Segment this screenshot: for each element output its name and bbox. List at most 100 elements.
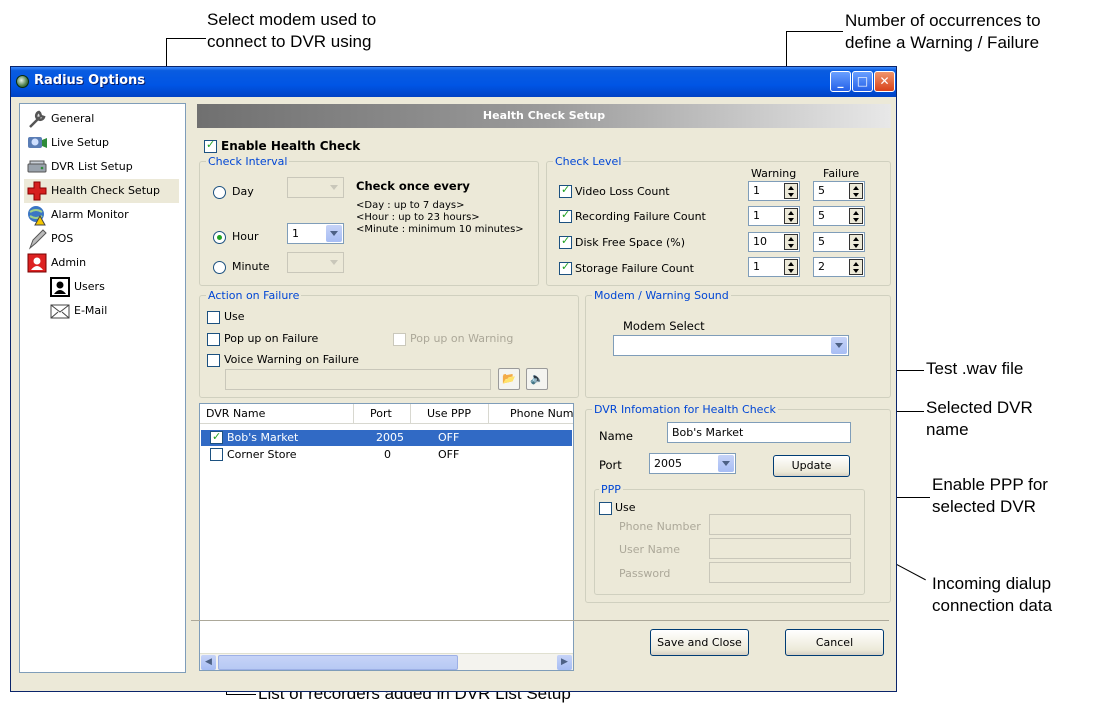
callout-line xyxy=(786,31,843,32)
disk-free-checkbox[interactable] xyxy=(559,234,572,249)
tree-item-live-setup[interactable]: Live Setup xyxy=(24,131,179,155)
spin-arrows-icon[interactable] xyxy=(784,183,798,199)
spin-arrows-icon[interactable] xyxy=(784,259,798,275)
chevron-down-icon xyxy=(718,455,734,472)
voice-warning-checkbox[interactable] xyxy=(207,354,220,367)
chevron-down-icon xyxy=(326,225,342,242)
phone-number-label: Phone Number xyxy=(619,520,701,533)
footer-divider xyxy=(191,620,889,621)
dvr-name-field[interactable]: Bob's Market xyxy=(667,422,851,443)
scroll-left-icon[interactable]: ◀ xyxy=(201,655,216,670)
tree-item-alarm-monitor[interactable]: Alarm Monitor xyxy=(24,203,179,227)
row-checkbox[interactable] xyxy=(210,448,223,461)
callout-modem: Select modem used to connect to DVR using xyxy=(207,10,377,51)
dvr-info-legend: DVR Infomation for Health Check xyxy=(592,403,778,416)
camera-icon xyxy=(28,137,47,148)
column-phone-num[interactable]: Phone Num xyxy=(489,404,573,424)
spin-arrows-icon[interactable] xyxy=(849,234,863,250)
video-loss-checkbox[interactable] xyxy=(559,183,572,198)
callout-test-wav: Test .wav file xyxy=(926,359,1024,378)
ppp-use-checkbox[interactable] xyxy=(599,502,612,515)
save-and-close-button[interactable]: Save and Close xyxy=(650,629,749,656)
minimize-button[interactable]: _ xyxy=(830,71,851,92)
popup-failure-checkbox[interactable] xyxy=(207,333,220,346)
test-wav-button[interactable]: 🔈 xyxy=(526,368,548,390)
alarm-globe-icon xyxy=(28,206,46,226)
update-button[interactable]: Update xyxy=(773,455,850,477)
storage-failure-checkbox[interactable] xyxy=(559,260,572,275)
tree-item-admin[interactable]: Admin xyxy=(24,251,179,275)
browse-wav-button[interactable]: 📂 xyxy=(498,368,520,390)
interval-note-hour: <Hour : up to 23 hours> xyxy=(356,212,480,223)
chevron-down-icon xyxy=(326,179,342,196)
maximize-button[interactable]: □ xyxy=(852,71,873,92)
dvr-port-select[interactable]: 2005 xyxy=(649,453,736,474)
health-cross-icon xyxy=(27,181,47,201)
tree-item-general[interactable]: General xyxy=(24,107,179,131)
radio-hour-label: Hour xyxy=(232,230,259,243)
tree-item-email[interactable]: E-Mail xyxy=(47,299,177,323)
tree-item-dvr-list-setup[interactable]: DVR List Setup xyxy=(24,155,179,179)
scroll-right-icon[interactable]: ▶ xyxy=(557,655,572,670)
storage-failure-failure-spin[interactable]: 2 xyxy=(813,257,865,277)
disk-free-label: Disk Free Space (%) xyxy=(575,236,686,249)
user-name-label: User Name xyxy=(619,543,681,556)
row-dvr-name: Bob's Market xyxy=(227,431,299,444)
radio-hour[interactable] xyxy=(213,231,226,244)
action-use-checkbox[interactable] xyxy=(207,311,220,324)
scroll-thumb[interactable] xyxy=(218,655,458,670)
ppp-use-label: Use xyxy=(615,501,636,514)
hour-select[interactable]: 1 xyxy=(287,223,344,244)
tree-item-health-check-setup[interactable]: Health Check Setup xyxy=(24,179,179,203)
video-loss-failure-spin[interactable]: 5 xyxy=(813,181,865,201)
spin-arrows-icon[interactable] xyxy=(784,234,798,250)
title-bar[interactable]: Radius Options _ □ ✕ xyxy=(11,67,896,97)
dvr-name-label: Name xyxy=(599,429,633,443)
recording-failure-failure-spin[interactable]: 5 xyxy=(813,206,865,226)
spin-arrows-icon[interactable] xyxy=(849,259,863,275)
row-checkbox[interactable] xyxy=(210,429,223,445)
column-dvr-name[interactable]: DVR Name xyxy=(200,404,354,424)
disk-free-warning-spin[interactable]: 10 xyxy=(748,232,800,252)
window-title: Radius Options xyxy=(34,73,146,88)
modem-select[interactable] xyxy=(613,335,849,356)
column-use-ppp[interactable]: Use PPP xyxy=(411,404,489,424)
spin-arrows-icon[interactable] xyxy=(784,208,798,224)
horizontal-scrollbar[interactable]: ◀ ▶ xyxy=(200,653,573,670)
dvr-port-label: Port xyxy=(599,458,622,472)
row-dvr-name: Corner Store xyxy=(227,448,297,461)
video-loss-warning-spin[interactable]: 1 xyxy=(748,181,800,201)
password-label: Password xyxy=(619,567,671,580)
app-icon xyxy=(16,75,29,88)
tree-item-pos[interactable]: POS xyxy=(24,227,179,251)
tree-item-users[interactable]: Users xyxy=(47,275,177,299)
popup-warning-checkbox xyxy=(393,333,406,346)
table-row[interactable]: Bob's Market 2005 OFF xyxy=(201,429,572,446)
spin-arrows-icon[interactable] xyxy=(849,208,863,224)
radius-options-window: Radius Options _ □ ✕ General Live Setup … xyxy=(10,66,897,692)
pen-icon xyxy=(28,229,47,250)
table-row[interactable]: Corner Store 0 OFF xyxy=(201,447,572,463)
storage-failure-warning-spin[interactable]: 1 xyxy=(748,257,800,277)
cancel-button[interactable]: Cancel xyxy=(785,629,884,656)
modem-select-label: Modem Select xyxy=(623,319,705,333)
callout-occurrences: Number of occurrences to define a Warning… xyxy=(845,11,1041,52)
chevron-down-icon xyxy=(831,337,847,354)
disk-free-failure-spin[interactable]: 5 xyxy=(813,232,865,252)
interval-note-minute: <Minute : minimum 10 minutes> xyxy=(356,224,524,235)
recording-failure-checkbox[interactable] xyxy=(559,208,572,223)
phone-number-field xyxy=(709,514,851,535)
recording-failure-warning-spin[interactable]: 1 xyxy=(748,206,800,226)
speaker-icon: 🔈 xyxy=(530,372,544,385)
action-on-failure-legend: Action on Failure xyxy=(206,289,302,302)
spin-arrows-icon[interactable] xyxy=(849,183,863,199)
radio-minute[interactable] xyxy=(213,261,226,274)
radio-day[interactable] xyxy=(213,186,226,199)
close-button[interactable]: ✕ xyxy=(874,71,895,92)
failure-column-header: Failure xyxy=(823,167,860,180)
callout-enable-ppp: Enable PPP for selected DVR xyxy=(932,475,1048,516)
enable-health-check-checkbox[interactable] xyxy=(204,138,217,153)
wrench-icon xyxy=(29,110,46,128)
radio-day-label: Day xyxy=(232,185,254,198)
column-port[interactable]: Port xyxy=(354,404,411,424)
